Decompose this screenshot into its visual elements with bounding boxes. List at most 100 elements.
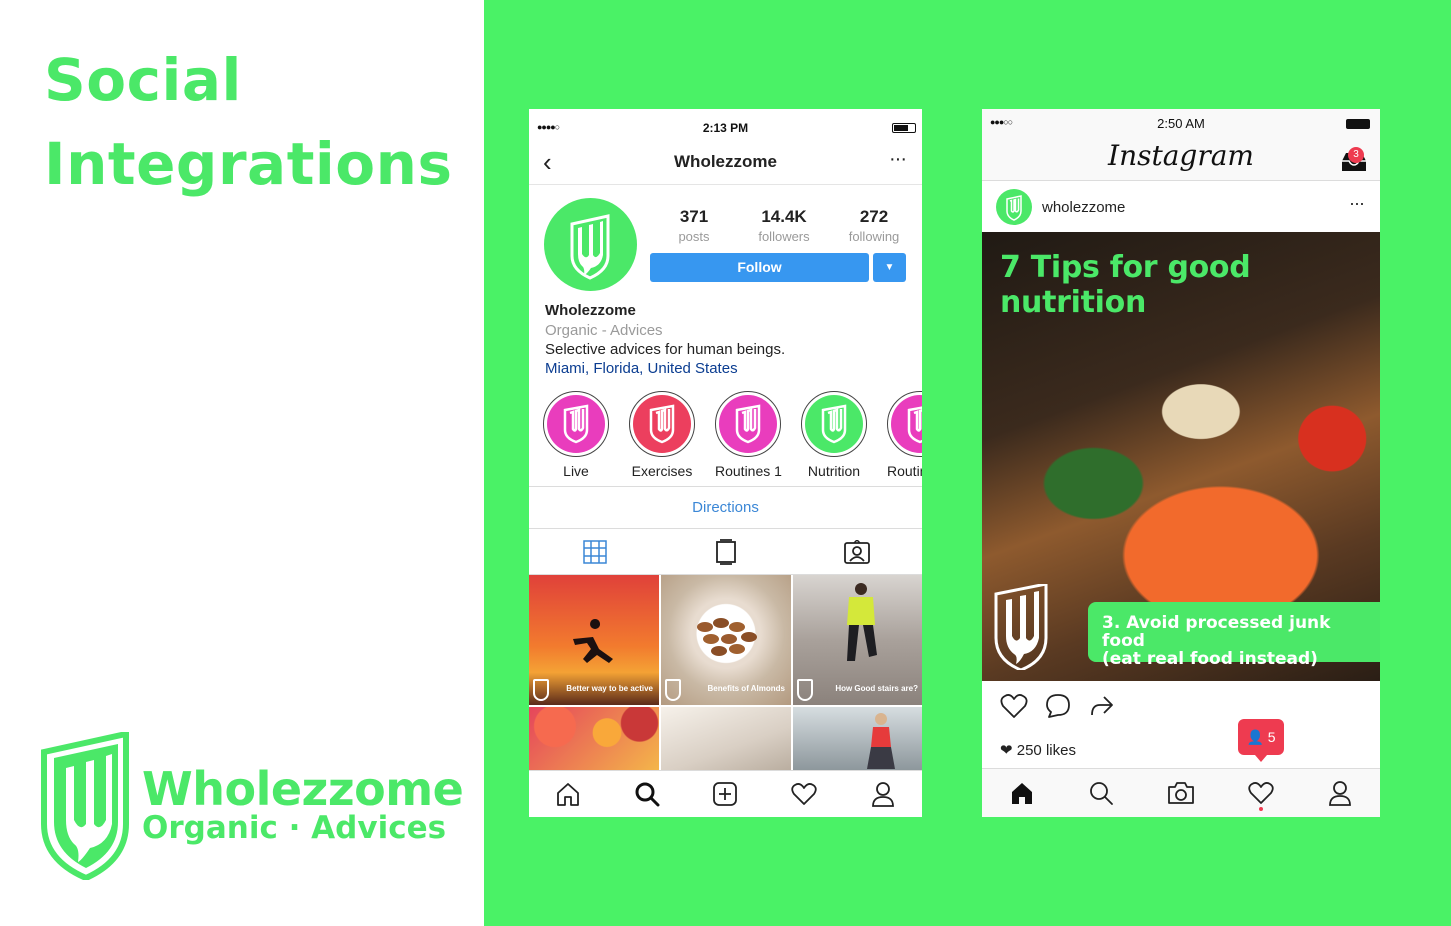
post-header: wholezzome ···: [982, 181, 1380, 233]
stat-following[interactable]: 272 following: [829, 207, 919, 244]
highlight-ring: [543, 391, 609, 457]
highlight-label: Exercises: [631, 463, 693, 479]
directions-button[interactable]: Directions: [529, 486, 922, 529]
highlight-nutrition[interactable]: Nutrition: [801, 391, 867, 481]
bio-category: Organic - Advices: [545, 322, 663, 339]
stat-label: following: [848, 229, 900, 244]
headline: Social Integrations: [44, 38, 452, 206]
nav-add-post[interactable]: [686, 771, 765, 817]
bio-name: Wholezzome: [545, 302, 636, 319]
shield-w-icon: [1006, 195, 1022, 221]
profile-tabs: [529, 529, 922, 575]
home-icon: [1011, 783, 1032, 804]
stat-followers[interactable]: 14.4K followers: [739, 207, 829, 244]
small-heart-icon: ❤: [1000, 742, 1013, 759]
stat-number: 371: [679, 207, 709, 226]
shield-w-icon: [719, 395, 777, 453]
nav-camera[interactable]: [1141, 769, 1221, 817]
post-username[interactable]: wholezzome: [1042, 199, 1125, 216]
stat-number: 14.4K: [761, 207, 807, 226]
story-highlights: Live Exercises Routines 1 Nutrition Rout…: [543, 391, 922, 481]
tab-tagged[interactable]: [791, 529, 922, 574]
grid-post[interactable]: Better way to be active: [529, 575, 659, 705]
battery-icon: [892, 123, 916, 133]
profile-phone: ●●●●○ 2:13 PM ‹ Wholezzome ··· 371 posts…: [529, 109, 922, 817]
headline-line-1: Social: [44, 46, 242, 114]
highlight-label: Routines 1: [715, 463, 782, 479]
nav-search[interactable]: [1062, 769, 1142, 817]
nav-profile[interactable]: [843, 771, 922, 817]
likes-text: 250 likes: [1016, 742, 1076, 759]
camera-icon: [1168, 782, 1194, 804]
tab-grid[interactable]: [529, 529, 660, 574]
brand-tagline: Organic · Advices: [142, 810, 447, 846]
highlight-exercises[interactable]: Exercises: [629, 391, 695, 481]
highlight-ring: [715, 391, 781, 457]
like-button[interactable]: [1000, 693, 1028, 724]
post-image[interactable]: 7 Tips for good nutrition 3. Avoid proce…: [982, 232, 1380, 681]
follower-notification[interactable]: 👤 5: [1238, 719, 1284, 762]
profile-title: Wholezzome: [674, 152, 777, 171]
grid-caption: How Good stairs are?: [835, 684, 918, 693]
grid-post[interactable]: Benefits of Almonds: [661, 575, 791, 705]
nav-home[interactable]: [982, 769, 1062, 817]
follow-button[interactable]: Follow: [650, 253, 869, 282]
feed-phone: ●●●○○ 2:50 AM Instagram 3 wholezzome ···…: [982, 109, 1380, 817]
workout-person-image: [867, 713, 895, 769]
highlight-live[interactable]: Live: [543, 391, 609, 481]
grid-post[interactable]: [793, 707, 922, 771]
grid-post[interactable]: [661, 707, 791, 771]
nav-home[interactable]: [529, 771, 608, 817]
highlight-routines-1[interactable]: Routines 1: [715, 391, 782, 481]
shield-w-icon: [570, 214, 610, 280]
highlight-label: Live: [563, 463, 589, 479]
nav-search[interactable]: [608, 771, 687, 817]
tip-banner: 3. Avoid processed junk food (eat real f…: [1088, 602, 1380, 668]
stat-label: followers: [758, 229, 810, 244]
post-grid: Better way to be active Benefits of Almo…: [529, 575, 922, 771]
comment-button[interactable]: [1044, 693, 1072, 724]
search-icon: [635, 782, 660, 807]
share-button[interactable]: [1088, 693, 1114, 724]
status-time: 2:50 AM: [1157, 116, 1205, 131]
stat-posts[interactable]: 371 posts: [649, 207, 739, 244]
grid-post[interactable]: How Good stairs are?: [793, 575, 922, 705]
brand-name: Wholezzome: [142, 762, 464, 816]
stat-number: 272: [859, 207, 889, 226]
highlight-label: Nutrition: [807, 463, 861, 479]
shield-w-icon: [797, 679, 813, 701]
bottom-nav: [529, 770, 922, 817]
grid-post[interactable]: [529, 707, 659, 771]
left-panel: Social Integrations Wholezzome Organic ·…: [0, 0, 484, 926]
likes-count[interactable]: ❤ 250 likes: [1000, 741, 1076, 759]
shield-w-icon: [633, 395, 691, 453]
nav-profile[interactable]: [1300, 769, 1380, 817]
nav-activity[interactable]: [765, 771, 844, 817]
profile-icon: [871, 782, 894, 807]
almonds-image: [697, 618, 757, 656]
nav-activity[interactable]: [1221, 769, 1301, 817]
tagged-icon: [843, 539, 870, 564]
tip-line-1: 3. Avoid processed junk food: [1102, 613, 1331, 651]
inbox-button[interactable]: 3: [1340, 147, 1368, 178]
bio-location-link[interactable]: Miami, Florida, United States: [545, 359, 785, 378]
avatar[interactable]: [996, 189, 1032, 225]
bottom-nav: [982, 768, 1380, 817]
status-bar: ●●●○○ 2:50 AM: [982, 109, 1380, 139]
shield-w-icon: [805, 395, 863, 453]
home-icon: [557, 783, 580, 806]
tab-tv[interactable]: [660, 529, 791, 574]
post-more-options[interactable]: ···: [1349, 193, 1365, 214]
person-icon: 👤: [1246, 729, 1264, 745]
status-bar: ●●●●○ 2:13 PM: [529, 109, 922, 147]
shield-w-icon: [665, 679, 681, 701]
search-icon: [1090, 782, 1114, 805]
shield-w-icon: [891, 395, 922, 453]
highlight-routines-2[interactable]: Routines 2: [887, 391, 922, 481]
avatar[interactable]: [544, 198, 637, 291]
more-options-icon[interactable]: ···: [889, 148, 907, 171]
follow-dropdown-button[interactable]: ▼: [873, 253, 906, 282]
shield-w-icon: [994, 584, 1048, 670]
inbox-badge: 3: [1348, 147, 1364, 163]
highlight-ring: [801, 391, 867, 457]
